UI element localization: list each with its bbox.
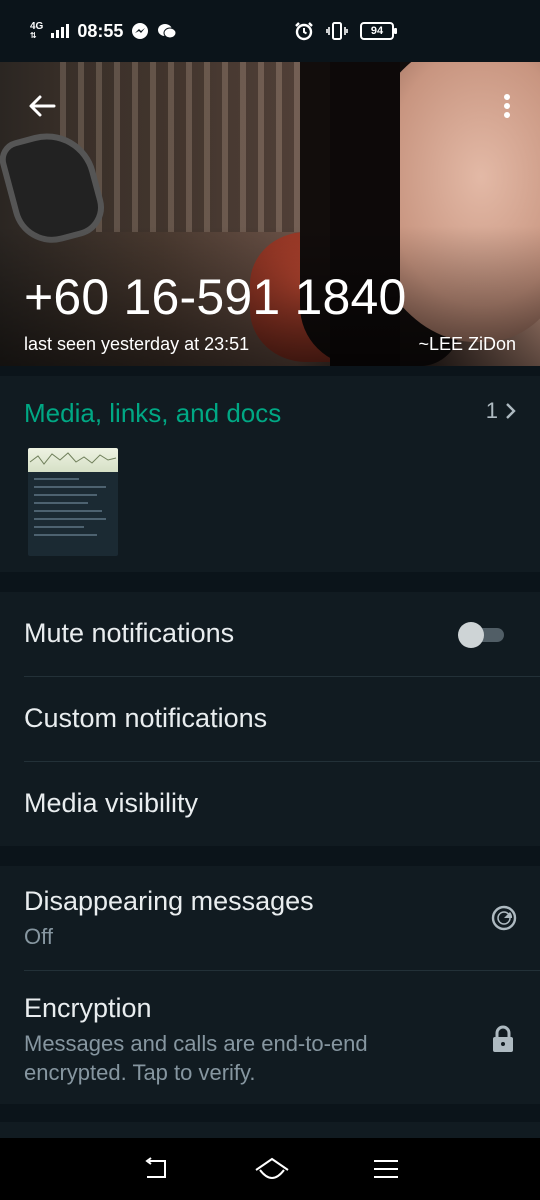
push-name: ~LEE ZiDon: [418, 334, 516, 354]
signal-icon: [51, 24, 70, 38]
privacy-settings: Disappearing messages Off Encryption Mes…: [0, 866, 540, 1104]
back-button[interactable]: [24, 88, 60, 124]
disappearing-messages-row[interactable]: Disappearing messages Off: [0, 866, 540, 970]
chevron-right-icon: [506, 403, 516, 419]
custom-notifications-label: Custom notifications: [24, 703, 268, 733]
more-options-button[interactable]: [492, 88, 522, 124]
mute-label: Mute notifications: [24, 618, 235, 648]
profile-photo-header[interactable]: +60 16-591 1840 last seen yesterday at 2…: [0, 62, 540, 366]
system-nav-bar: [0, 1138, 540, 1200]
wechat-icon: [158, 24, 177, 39]
toggle-knob: [458, 622, 484, 648]
vibrate-icon: [326, 22, 348, 40]
media-visibility-row[interactable]: Media visibility: [0, 762, 540, 847]
mute-toggle[interactable]: [458, 622, 506, 648]
thumbnail-chart: [28, 448, 118, 472]
alarm-icon: [295, 22, 313, 41]
media-title: Media, links, and docs: [24, 398, 282, 428]
media-section[interactable]: Media, links, and docs 1: [0, 376, 540, 572]
timer-icon: [491, 905, 517, 931]
back-arrow-icon: [29, 95, 56, 117]
battery-icon: 94: [360, 22, 397, 40]
contact-name: +60 16-591 1840: [24, 269, 407, 325]
messenger-icon: [132, 23, 149, 39]
notification-settings: Mute notifications Custom notifications …: [0, 592, 540, 846]
status-bar: 4G ⇅ 08:55 94: [0, 0, 540, 62]
disappearing-value: Off: [24, 924, 53, 949]
last-seen: last seen yesterday at 23:51: [24, 334, 250, 354]
mute-notifications-row[interactable]: Mute notifications: [0, 592, 540, 677]
custom-notifications-row[interactable]: Custom notifications: [0, 677, 540, 762]
next-section-edge: [0, 1122, 540, 1138]
network-indicator: 4G ⇅: [30, 21, 44, 41]
encryption-desc-line2: encrypted. Tap to verify.: [24, 1060, 256, 1085]
media-visibility-label: Media visibility: [24, 788, 199, 818]
clock: 08:55: [77, 20, 124, 41]
media-thumbnail[interactable]: [28, 448, 118, 556]
status-right: 94: [294, 21, 397, 41]
home-nav-icon[interactable]: [254, 1156, 290, 1182]
encryption-desc-line1: Messages and calls are end-to-end: [24, 1031, 368, 1056]
network-type: 4G: [30, 21, 44, 32]
more-vert-icon: [504, 94, 510, 118]
lock-icon: [493, 1025, 513, 1052]
disappearing-label: Disappearing messages: [24, 886, 314, 916]
encryption-row[interactable]: Encryption Messages and calls are end-to…: [0, 971, 540, 1104]
encryption-label: Encryption: [24, 993, 152, 1023]
menu-nav-icon[interactable]: [373, 1158, 399, 1180]
back-nav-icon[interactable]: [141, 1157, 171, 1181]
battery-level: 94: [370, 25, 384, 37]
media-count: 1: [485, 398, 498, 423]
media-count-link[interactable]: 1: [486, 398, 516, 424]
status-left: 4G ⇅ 08:55: [30, 21, 177, 42]
